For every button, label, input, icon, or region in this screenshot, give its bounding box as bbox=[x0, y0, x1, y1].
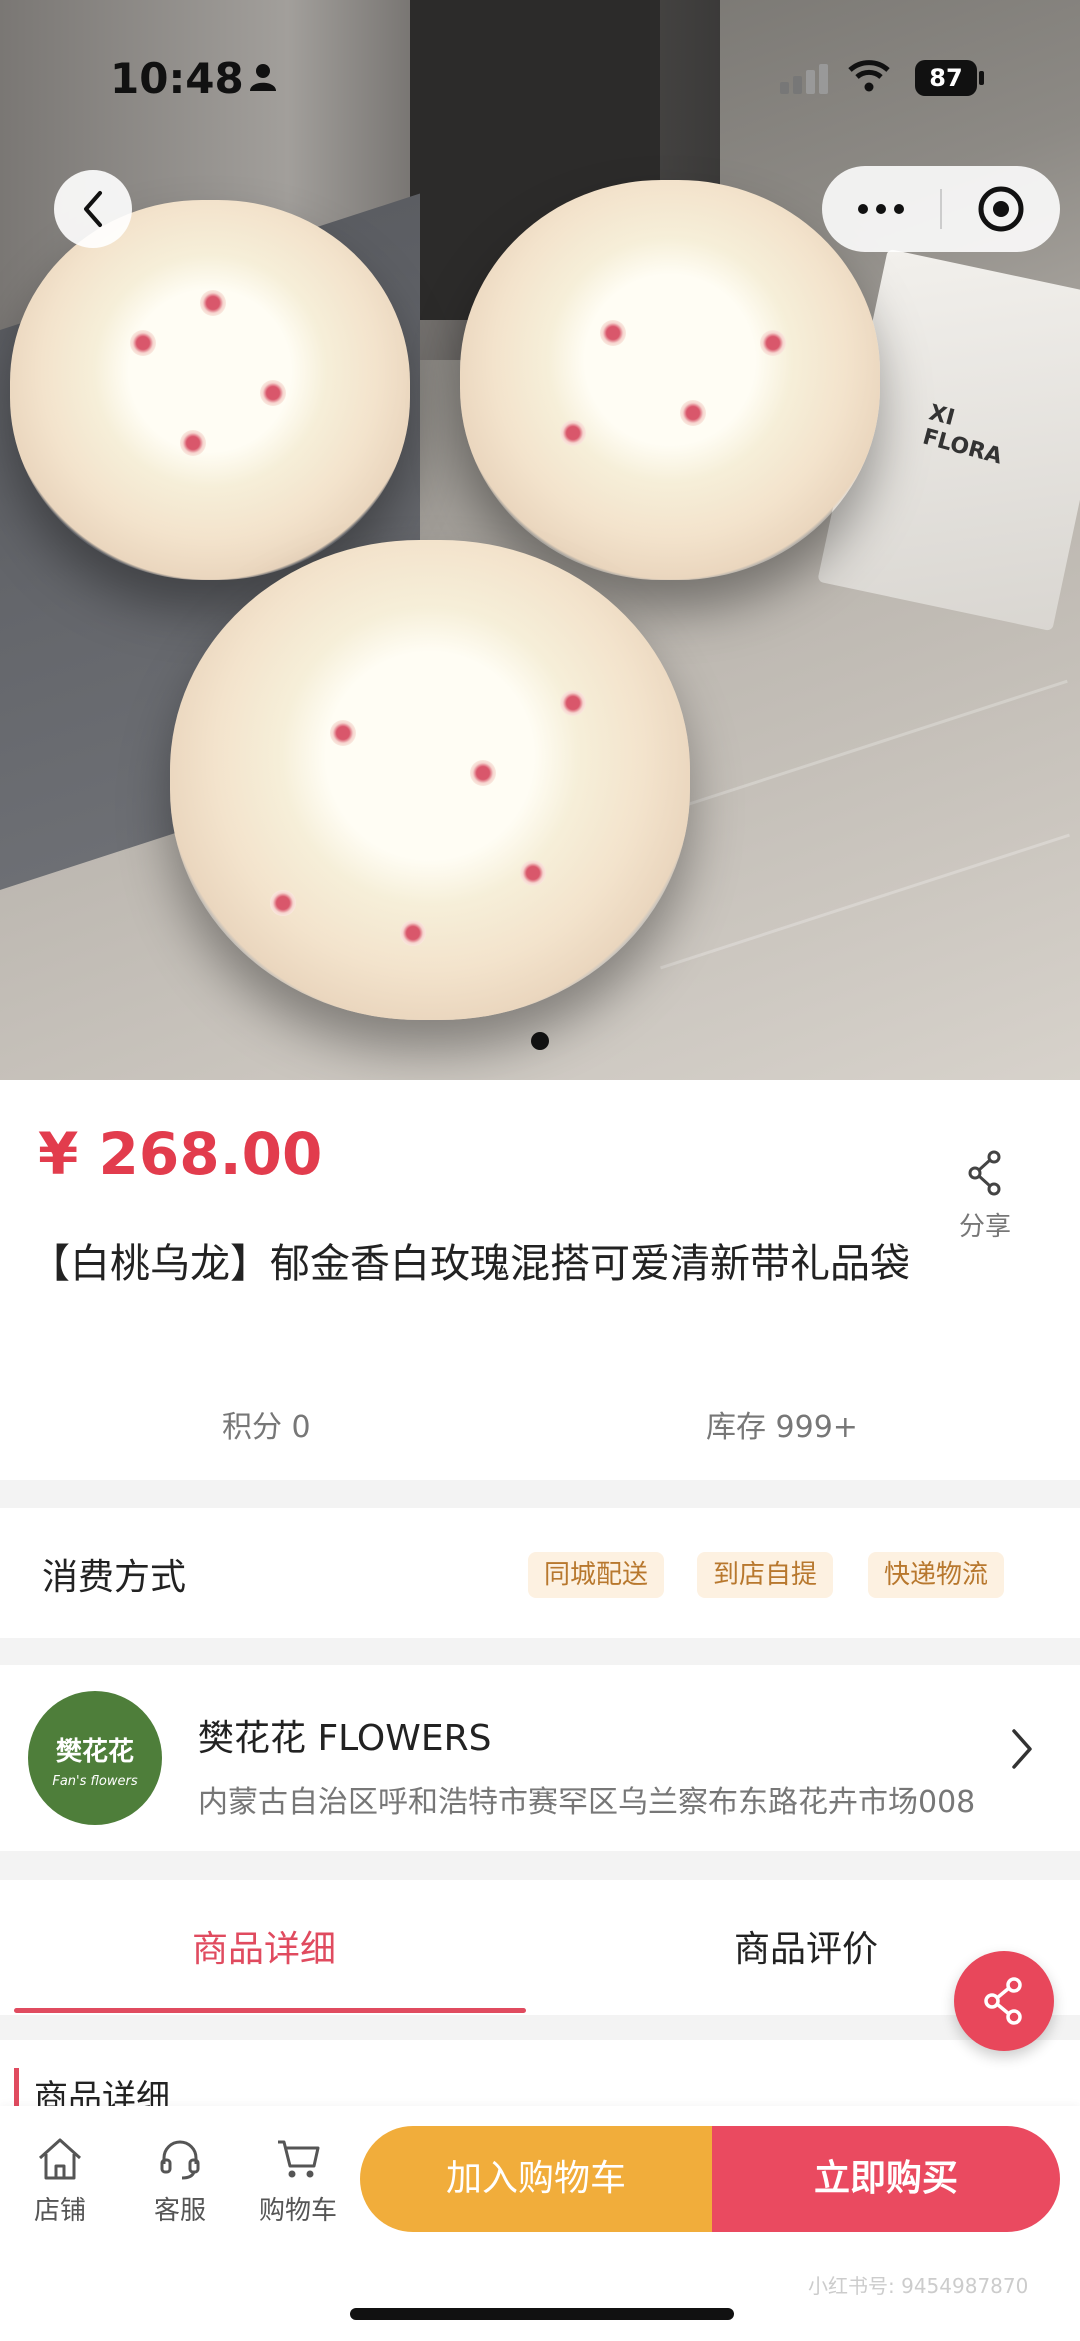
tab-product-reviews[interactable]: 商品评价 bbox=[734, 1920, 878, 1972]
add-to-cart-button[interactable]: 加入购物车 bbox=[360, 2126, 712, 2232]
stock-info: 库存 999+ bbox=[706, 1410, 858, 1445]
floating-share-button[interactable] bbox=[954, 1951, 1054, 2051]
bouquet bbox=[460, 180, 880, 580]
bouquet bbox=[10, 200, 410, 580]
rose bbox=[760, 330, 786, 356]
tab-product-detail[interactable]: 商品详细 bbox=[192, 1920, 336, 1972]
rose bbox=[600, 320, 626, 346]
product-price: ¥ 268.00 bbox=[38, 1120, 323, 1188]
buy-now-button[interactable]: 立即购买 bbox=[712, 2126, 1060, 2232]
product-info: ¥ 268.00 【白桃乌龙】郁金香白玫瑰混搭可爱清新带礼品袋 分享 积分 0 … bbox=[0, 1080, 1080, 1480]
wifi-icon bbox=[848, 60, 890, 92]
detail-tabs: 商品详细 商品评价 bbox=[0, 1880, 1080, 2015]
rose bbox=[470, 760, 496, 786]
store-name: 樊花花 FLOWERS bbox=[198, 1718, 492, 1759]
rose bbox=[330, 720, 356, 746]
delivery-tag-pickup[interactable]: 到店自提 bbox=[697, 1552, 834, 1598]
home-indicator[interactable] bbox=[350, 2308, 734, 2320]
rose bbox=[260, 380, 286, 406]
rose bbox=[180, 430, 206, 456]
status-time: 10:48 bbox=[110, 54, 244, 103]
home-icon bbox=[38, 2138, 82, 2180]
points-info: 积分 0 bbox=[222, 1410, 311, 1445]
floor-line bbox=[660, 833, 1070, 970]
carousel-indicator[interactable] bbox=[531, 1032, 549, 1050]
back-button[interactable] bbox=[54, 170, 132, 248]
watermark: 小红书号: 9454987870 bbox=[808, 2274, 1029, 2298]
rose bbox=[560, 690, 586, 716]
headset-icon bbox=[160, 2140, 200, 2180]
store-address: 内蒙古自治区呼和浩特市赛罕区乌兰察布东路花卉市场008 bbox=[198, 1785, 976, 1820]
store-logo-en: Fan's flowers bbox=[52, 1774, 138, 1789]
person-icon bbox=[250, 64, 276, 91]
nav-service-label: 客服 bbox=[153, 2196, 206, 2226]
target-icon bbox=[978, 186, 1024, 232]
rose bbox=[520, 860, 546, 886]
share-icon bbox=[984, 1977, 1022, 2025]
product-image[interactable]: XI FLORA bbox=[0, 0, 1080, 1080]
rose bbox=[130, 330, 156, 356]
rose bbox=[270, 890, 296, 916]
bouquet bbox=[170, 540, 690, 1020]
consumption-label: 消费方式 bbox=[42, 1557, 187, 1598]
battery-indicator: 87 bbox=[915, 60, 977, 96]
nav-cart-label: 购物车 bbox=[258, 2196, 337, 2226]
store-card[interactable]: 樊花花 Fan's flowers 樊花花 FLOWERS 内蒙古自治区呼和浩特… bbox=[0, 1665, 1080, 1851]
delivery-tag-express[interactable]: 快递物流 bbox=[868, 1552, 1005, 1598]
delivery-tag-local[interactable]: 同城配送 bbox=[528, 1552, 665, 1598]
rose bbox=[400, 920, 426, 946]
close-miniprogram-button[interactable] bbox=[942, 184, 1060, 234]
nav-store-label: 店铺 bbox=[33, 2196, 86, 2226]
chevron-right-icon bbox=[1012, 1729, 1032, 1769]
chevron-left-icon bbox=[84, 191, 102, 227]
rose bbox=[560, 420, 586, 446]
nav-service[interactable]: 客服 bbox=[130, 2136, 230, 2227]
more-button[interactable] bbox=[822, 204, 940, 214]
share-icon bbox=[968, 1150, 1001, 1196]
consumption-method: 消费方式 同城配送 到店自提 快递物流 bbox=[0, 1508, 1080, 1638]
status-bar: 10:48 87 bbox=[0, 0, 1080, 150]
bottom-action-bar: 店铺 客服 购物车 加入购物车 立即购买 bbox=[0, 2106, 1080, 2341]
more-dots-icon bbox=[858, 204, 868, 214]
signal-icon bbox=[780, 64, 832, 98]
nav-store[interactable]: 店铺 bbox=[10, 2136, 110, 2227]
cart-icon bbox=[278, 2140, 320, 2178]
product-title: 【白桃乌龙】郁金香白玫瑰混搭可爱清新带礼品袋 bbox=[30, 1241, 910, 1287]
miniprogram-capsule bbox=[822, 166, 1060, 252]
store-logo-cn: 樊花花 bbox=[55, 1737, 134, 1767]
tab-active-indicator bbox=[14, 2008, 526, 2013]
share-label: 分享 bbox=[958, 1212, 1011, 1242]
share-button[interactable]: 分享 bbox=[950, 1150, 1020, 1243]
battery-tip bbox=[979, 71, 984, 85]
rose bbox=[200, 290, 226, 316]
nav-cart[interactable]: 购物车 bbox=[248, 2136, 348, 2227]
rose bbox=[680, 400, 706, 426]
store-logo: 樊花花 Fan's flowers bbox=[28, 1691, 162, 1825]
